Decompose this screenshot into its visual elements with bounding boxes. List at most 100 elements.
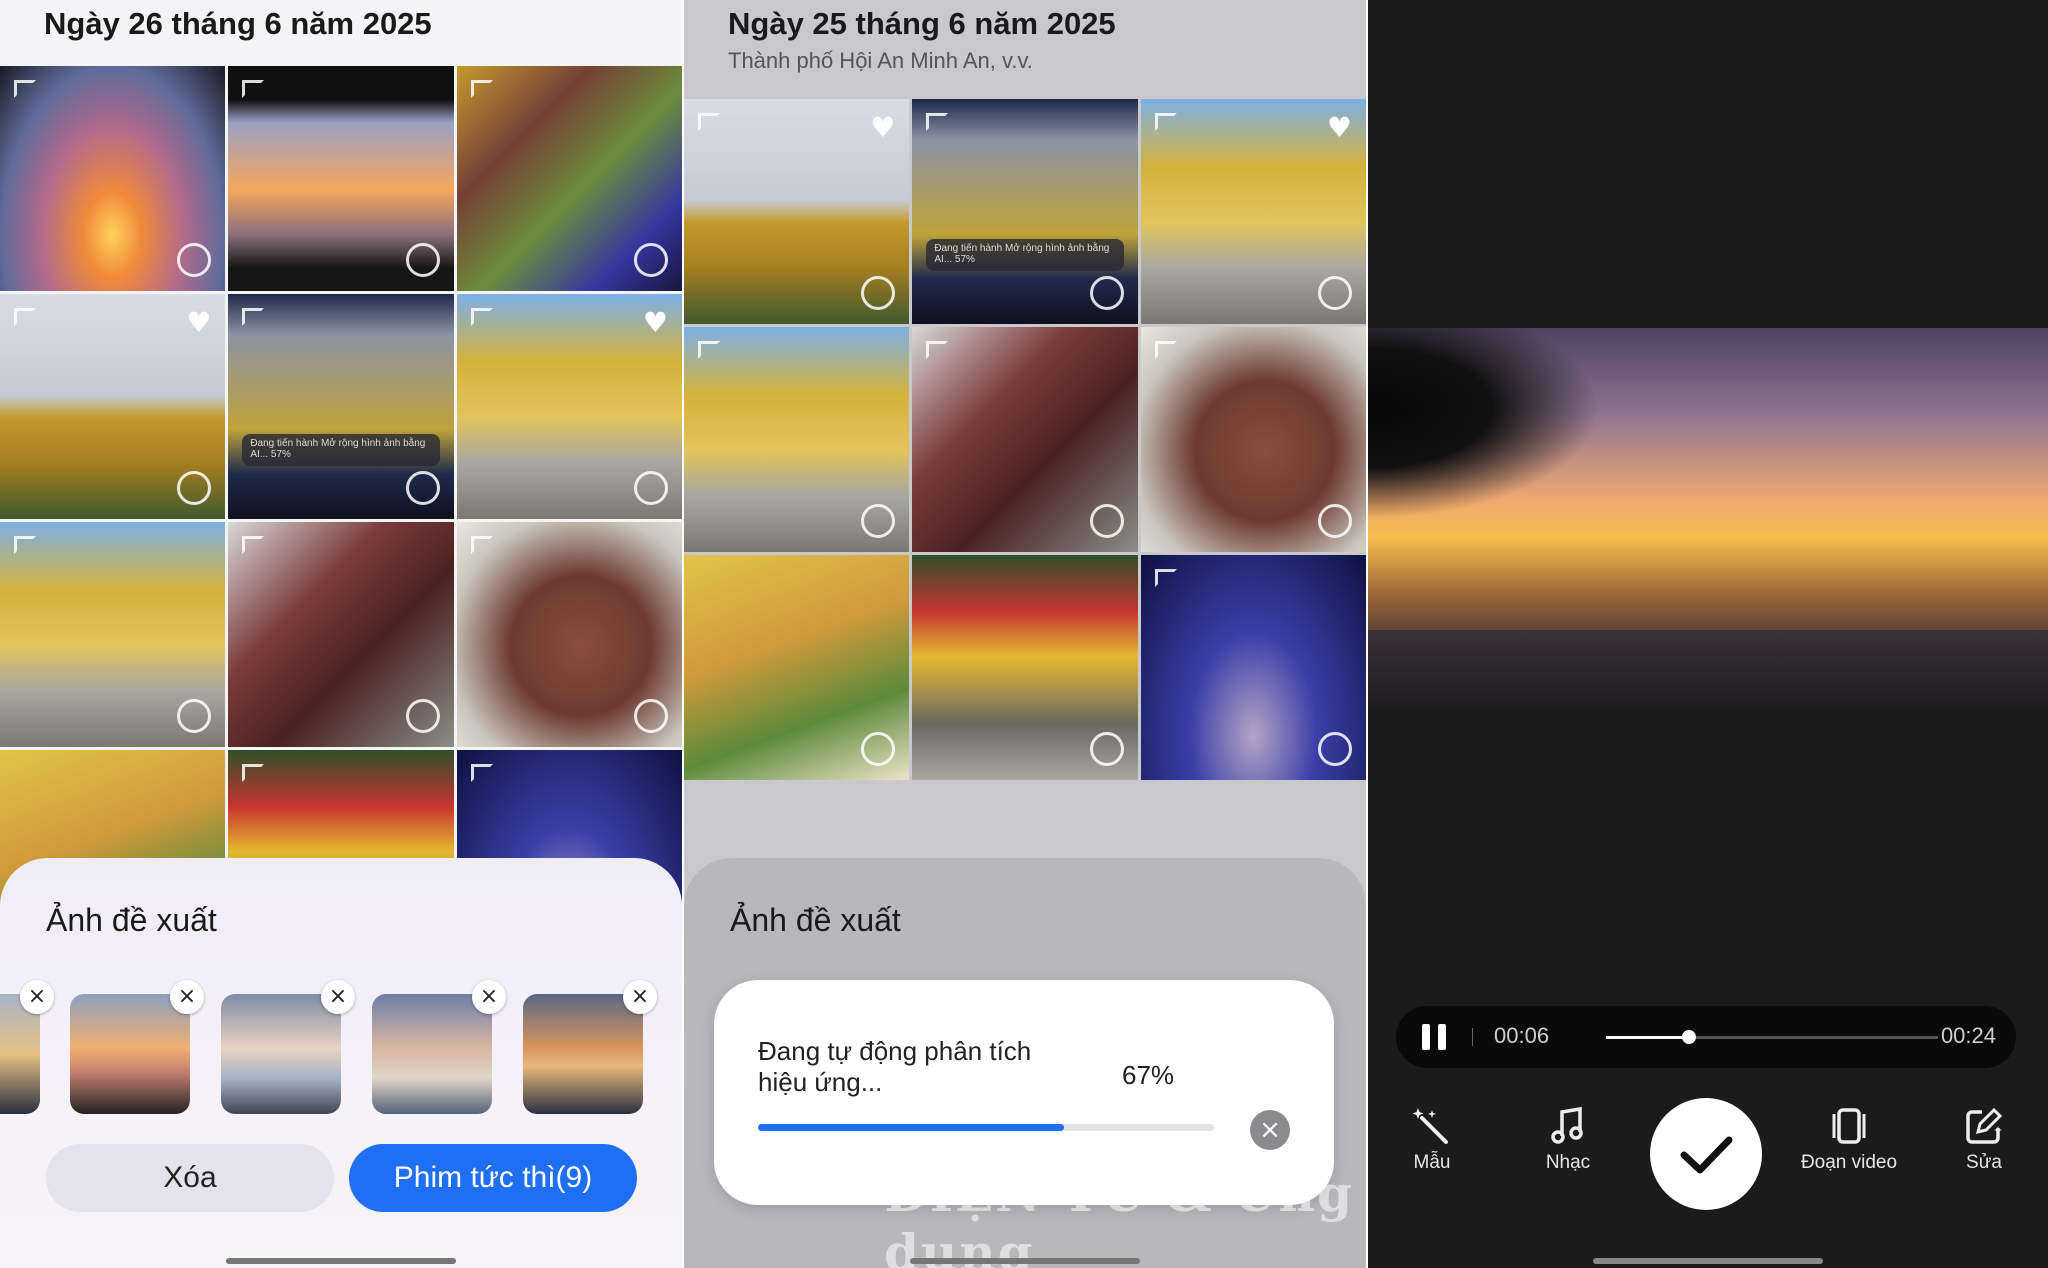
expand-icon bbox=[698, 341, 720, 359]
select-circle[interactable] bbox=[861, 732, 896, 766]
sea-horizon bbox=[1368, 630, 2048, 710]
select-circle[interactable] bbox=[633, 699, 668, 733]
expand-icon bbox=[926, 113, 949, 131]
photo-tile[interactable] bbox=[1140, 555, 1366, 780]
select-circle[interactable] bbox=[861, 276, 896, 310]
expand-icon bbox=[1154, 113, 1177, 131]
heart-icon[interactable]: ♥ bbox=[870, 111, 895, 144]
analysis-message: Đang tự động phân tích hiệu ứng... bbox=[758, 1036, 1032, 1097]
select-circle[interactable] bbox=[405, 699, 440, 733]
photo-tile[interactable]: ♥ bbox=[1140, 99, 1366, 324]
select-circle[interactable] bbox=[405, 243, 440, 277]
photo-tile[interactable] bbox=[684, 327, 910, 552]
current-time: 00:06 bbox=[1494, 1023, 1550, 1048]
select-circle[interactable] bbox=[177, 243, 212, 277]
heart-icon[interactable]: ♥ bbox=[186, 306, 211, 339]
select-circle[interactable] bbox=[1089, 276, 1124, 310]
home-indicator[interactable] bbox=[226, 1258, 456, 1264]
delete-button[interactable]: Xóa bbox=[46, 1144, 334, 1212]
photo-tile[interactable] bbox=[456, 66, 682, 291]
magic-wand-icon bbox=[1412, 1108, 1448, 1144]
seek-fill bbox=[1606, 1036, 1689, 1039]
select-circle[interactable] bbox=[177, 699, 212, 733]
photo-tile[interactable] bbox=[684, 555, 910, 780]
seek-handle[interactable] bbox=[1682, 1030, 1696, 1044]
photo-tile[interactable]: ♥ bbox=[456, 294, 682, 519]
expand-icon bbox=[926, 341, 949, 359]
remove-icon[interactable]: × bbox=[170, 980, 204, 1014]
palm-silhouette bbox=[1368, 328, 1618, 528]
select-circle[interactable] bbox=[633, 471, 668, 505]
suggested-thumbnail[interactable]: × bbox=[372, 980, 506, 1114]
edit-label: Sửa bbox=[1966, 1152, 2002, 1173]
music-note-icon bbox=[1551, 1106, 1583, 1144]
music-button[interactable]: Nhạc bbox=[1508, 1104, 1628, 1174]
ai-expand-progress-note: Đang tiến hành Mở rộng hình ảnh bằng AI.… bbox=[926, 239, 1124, 271]
select-circle[interactable] bbox=[633, 243, 668, 277]
edit-button[interactable]: Sửa bbox=[1924, 1104, 2044, 1174]
photo-tile[interactable]: Đang tiến hành Mở rộng hình ảnh bằng AI.… bbox=[912, 99, 1138, 324]
remove-icon[interactable]: × bbox=[472, 980, 506, 1014]
select-circle[interactable] bbox=[1089, 732, 1124, 766]
analysis-percent: 67% bbox=[1122, 1060, 1175, 1090]
expand-icon bbox=[242, 308, 265, 326]
photo-tile[interactable] bbox=[912, 327, 1138, 552]
photo-tile[interactable] bbox=[456, 522, 682, 747]
photo-tile[interactable]: Đang tiến hành Mở rộng hình ảnh bằng AI.… bbox=[228, 294, 454, 519]
suggested-photos-sheet: Ảnh đề xuất × × × × × Xóa Phim tức thì(9… bbox=[0, 858, 682, 1268]
clip-button[interactable]: Đoạn video bbox=[1779, 1104, 1919, 1174]
suggested-thumbnail[interactable]: × bbox=[0, 980, 54, 1114]
select-circle[interactable] bbox=[861, 504, 896, 538]
remove-icon[interactable]: × bbox=[623, 980, 657, 1014]
expand-icon bbox=[242, 80, 265, 98]
remove-icon[interactable]: × bbox=[20, 980, 54, 1014]
expand-icon bbox=[470, 536, 493, 554]
location-subtitle: Thành phố Hội An Minh An, v.v. bbox=[728, 48, 1033, 73]
analysis-progress-bar bbox=[758, 1124, 1214, 1131]
gallery-panel-june-26: Ngày 26 tháng 6 năm 2025 ♥ Đang tiến hàn… bbox=[0, 0, 682, 1268]
confirm-button[interactable] bbox=[1650, 1098, 1762, 1210]
video-preview[interactable] bbox=[1368, 328, 2048, 710]
select-circle[interactable] bbox=[1317, 276, 1352, 310]
cancel-icon[interactable]: × bbox=[1250, 1110, 1290, 1150]
pause-icon[interactable] bbox=[1422, 1024, 1446, 1050]
heart-icon[interactable]: ♥ bbox=[643, 306, 668, 339]
home-indicator[interactable] bbox=[1593, 1258, 1823, 1264]
expand-icon bbox=[470, 80, 493, 98]
photo-tile[interactable] bbox=[228, 66, 454, 291]
expand-icon bbox=[698, 113, 720, 131]
suggested-thumbnail-strip[interactable]: × × × × × bbox=[0, 980, 682, 1114]
expand-icon bbox=[14, 80, 36, 98]
seek-slider[interactable] bbox=[1606, 1030, 1938, 1044]
photo-tile[interactable]: ♥ bbox=[684, 99, 910, 324]
clip-label: Đoạn video bbox=[1800, 1152, 1898, 1173]
select-circle[interactable] bbox=[177, 471, 212, 505]
expand-icon bbox=[242, 536, 265, 554]
photo-tile[interactable] bbox=[912, 555, 1138, 780]
suggested-thumbnail[interactable]: × bbox=[221, 980, 355, 1114]
clip-icon bbox=[1832, 1108, 1866, 1144]
photo-tile[interactable] bbox=[228, 522, 454, 747]
remove-icon[interactable]: × bbox=[321, 980, 355, 1014]
photo-tile[interactable] bbox=[1140, 327, 1366, 552]
expand-icon bbox=[14, 308, 36, 326]
suggested-thumbnail[interactable]: × bbox=[70, 980, 204, 1114]
instant-movie-button[interactable]: Phim tức thì(9) bbox=[349, 1144, 637, 1212]
edit-sparkle-icon bbox=[1966, 1107, 2003, 1144]
sheet-title: Ảnh đề xuất bbox=[46, 902, 217, 938]
select-circle[interactable] bbox=[1317, 732, 1352, 766]
watermark: ĐIỆN TỬ & Ứng dụng bbox=[884, 1164, 1354, 1268]
photo-tile[interactable]: ♥ bbox=[0, 294, 226, 519]
select-circle[interactable] bbox=[1317, 504, 1352, 538]
home-indicator[interactable] bbox=[910, 1258, 1140, 1264]
heart-icon[interactable]: ♥ bbox=[1327, 111, 1352, 144]
total-time: 00:24 bbox=[1940, 1023, 1996, 1048]
music-label: Nhạc bbox=[1545, 1152, 1591, 1173]
suggested-thumbnail[interactable]: × bbox=[523, 980, 657, 1114]
template-button[interactable]: Mẫu bbox=[1372, 1104, 1492, 1174]
select-circle[interactable] bbox=[1089, 504, 1124, 538]
date-header: Ngày 26 tháng 6 năm 2025 bbox=[44, 6, 432, 41]
select-circle[interactable] bbox=[405, 471, 440, 505]
photo-tile[interactable] bbox=[0, 66, 226, 291]
photo-tile[interactable] bbox=[0, 522, 226, 747]
